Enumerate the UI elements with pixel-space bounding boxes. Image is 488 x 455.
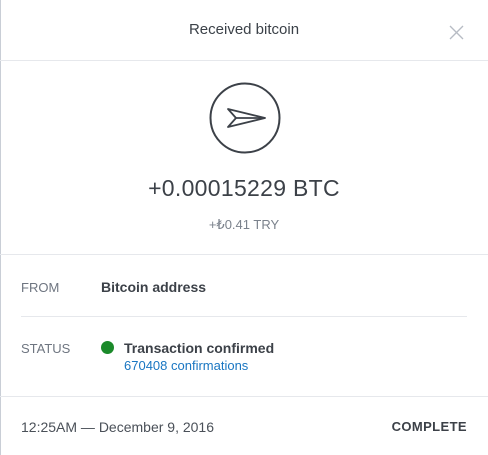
transaction-state: COMPLETE: [391, 419, 467, 434]
fiat-amount: +₺0.41 TRY: [208, 217, 280, 232]
close-icon[interactable]: [449, 25, 464, 40]
transaction-date: 12:25AM — December 9, 2016: [21, 419, 214, 435]
modal-header: Received bitcoin: [0, 0, 488, 61]
status-dot-icon: [101, 341, 114, 354]
divider: [0, 254, 488, 255]
status-value: Transaction confirmed: [124, 340, 275, 356]
from-label: FROM: [21, 280, 60, 295]
divider: [0, 396, 488, 397]
status-label: STATUS: [21, 341, 71, 356]
modal-title: Received bitcoin: [188, 21, 300, 38]
divider: [21, 316, 467, 317]
confirmations-link[interactable]: 670408 confirmations: [124, 358, 248, 373]
transaction-details-modal: Received bitcoin +0.00015229 BTC +₺0.41 …: [0, 0, 488, 455]
paper-plane-icon: [209, 82, 281, 154]
btc-amount: +0.00015229 BTC: [148, 175, 340, 201]
from-value: Bitcoin address: [101, 279, 207, 295]
